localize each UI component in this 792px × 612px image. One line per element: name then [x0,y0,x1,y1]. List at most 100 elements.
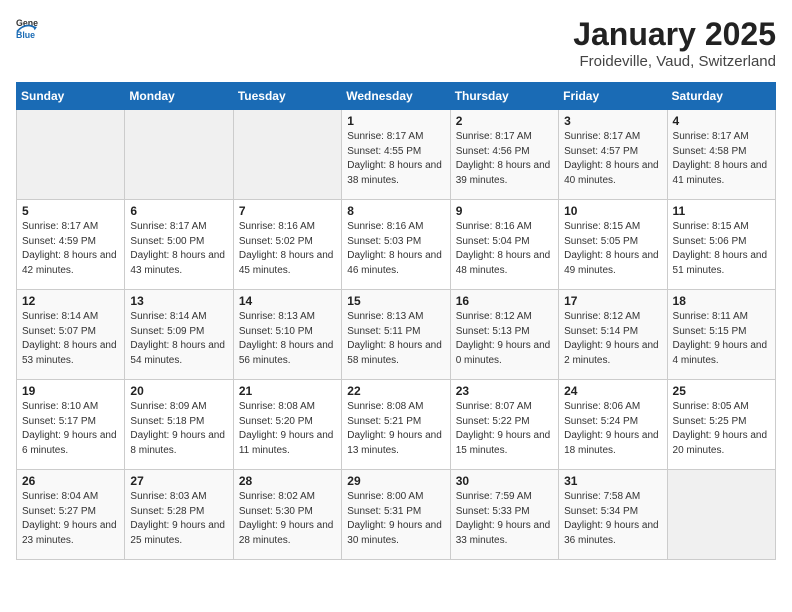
svg-text:Blue: Blue [16,30,35,38]
calendar-week-row: 26 Sunrise: 8:04 AMSunset: 5:27 PMDaylig… [17,470,776,560]
day-number: 29 [347,474,444,488]
table-row: 28 Sunrise: 8:02 AMSunset: 5:30 PMDaylig… [233,470,341,560]
day-number: 14 [239,294,336,308]
table-row [17,110,125,200]
table-row: 17 Sunrise: 8:12 AMSunset: 5:14 PMDaylig… [559,290,667,380]
day-content: Sunrise: 8:09 AMSunset: 5:18 PMDaylight:… [130,400,227,458]
table-row: 20 Sunrise: 8:09 AMSunset: 5:18 PMDaylig… [125,380,233,470]
day-content: Sunrise: 8:17 AMSunset: 4:58 PMDaylight:… [673,130,770,188]
day-number: 9 [456,204,553,218]
table-row: 16 Sunrise: 8:12 AMSunset: 5:13 PMDaylig… [450,290,558,380]
day-content: Sunrise: 8:16 AMSunset: 5:04 PMDaylight:… [456,220,553,278]
day-number: 22 [347,384,444,398]
day-number: 5 [22,204,119,218]
svg-text:General: General [16,18,38,28]
day-number: 30 [456,474,553,488]
day-content: Sunrise: 8:12 AMSunset: 5:13 PMDaylight:… [456,310,553,368]
table-row: 26 Sunrise: 8:04 AMSunset: 5:27 PMDaylig… [17,470,125,560]
table-row [667,470,775,560]
col-monday: Monday [125,83,233,110]
table-row: 7 Sunrise: 8:16 AMSunset: 5:02 PMDayligh… [233,200,341,290]
day-content: Sunrise: 8:14 AMSunset: 5:09 PMDaylight:… [130,310,227,368]
table-row: 5 Sunrise: 8:17 AMSunset: 4:59 PMDayligh… [17,200,125,290]
day-number: 3 [564,114,661,128]
day-content: Sunrise: 8:17 AMSunset: 4:59 PMDaylight:… [22,220,119,278]
day-content: Sunrise: 8:15 AMSunset: 5:06 PMDaylight:… [673,220,770,278]
col-friday: Friday [559,83,667,110]
day-number: 21 [239,384,336,398]
day-number: 19 [22,384,119,398]
day-number: 18 [673,294,770,308]
day-content: Sunrise: 8:17 AMSunset: 4:57 PMDaylight:… [564,130,661,188]
table-row: 21 Sunrise: 8:08 AMSunset: 5:20 PMDaylig… [233,380,341,470]
calendar-week-row: 12 Sunrise: 8:14 AMSunset: 5:07 PMDaylig… [17,290,776,380]
day-number: 15 [347,294,444,308]
col-wednesday: Wednesday [342,83,450,110]
day-content: Sunrise: 8:08 AMSunset: 5:20 PMDaylight:… [239,400,336,458]
day-content: Sunrise: 8:02 AMSunset: 5:30 PMDaylight:… [239,490,336,548]
day-number: 27 [130,474,227,488]
calendar-table: Sunday Monday Tuesday Wednesday Thursday… [16,82,776,560]
day-number: 25 [673,384,770,398]
col-tuesday: Tuesday [233,83,341,110]
col-thursday: Thursday [450,83,558,110]
day-number: 6 [130,204,227,218]
calendar-header-row: Sunday Monday Tuesday Wednesday Thursday… [17,83,776,110]
table-row: 14 Sunrise: 8:13 AMSunset: 5:10 PMDaylig… [233,290,341,380]
logo: General Blue [16,16,38,38]
day-content: Sunrise: 8:16 AMSunset: 5:03 PMDaylight:… [347,220,444,278]
day-number: 11 [673,204,770,218]
day-content: Sunrise: 7:59 AMSunset: 5:33 PMDaylight:… [456,490,553,548]
col-saturday: Saturday [667,83,775,110]
day-number: 16 [456,294,553,308]
day-number: 24 [564,384,661,398]
day-number: 12 [22,294,119,308]
col-sunday: Sunday [17,83,125,110]
table-row: 29 Sunrise: 8:00 AMSunset: 5:31 PMDaylig… [342,470,450,560]
table-row: 13 Sunrise: 8:14 AMSunset: 5:09 PMDaylig… [125,290,233,380]
table-row: 31 Sunrise: 7:58 AMSunset: 5:34 PMDaylig… [559,470,667,560]
table-row [125,110,233,200]
table-row: 24 Sunrise: 8:06 AMSunset: 5:24 PMDaylig… [559,380,667,470]
table-row: 2 Sunrise: 8:17 AMSunset: 4:56 PMDayligh… [450,110,558,200]
day-content: Sunrise: 8:15 AMSunset: 5:05 PMDaylight:… [564,220,661,278]
day-number: 2 [456,114,553,128]
day-content: Sunrise: 8:08 AMSunset: 5:21 PMDaylight:… [347,400,444,458]
day-content: Sunrise: 8:06 AMSunset: 5:24 PMDaylight:… [564,400,661,458]
table-row: 9 Sunrise: 8:16 AMSunset: 5:04 PMDayligh… [450,200,558,290]
day-content: Sunrise: 8:13 AMSunset: 5:11 PMDaylight:… [347,310,444,368]
day-content: Sunrise: 8:12 AMSunset: 5:14 PMDaylight:… [564,310,661,368]
day-content: Sunrise: 8:17 AMSunset: 4:56 PMDaylight:… [456,130,553,188]
day-content: Sunrise: 8:14 AMSunset: 5:07 PMDaylight:… [22,310,119,368]
table-row: 12 Sunrise: 8:14 AMSunset: 5:07 PMDaylig… [17,290,125,380]
table-row: 25 Sunrise: 8:05 AMSunset: 5:25 PMDaylig… [667,380,775,470]
table-row: 8 Sunrise: 8:16 AMSunset: 5:03 PMDayligh… [342,200,450,290]
title-block: January 2025 Froideville, Vaud, Switzerl… [573,16,776,70]
logo-icon: General Blue [16,16,38,38]
day-number: 26 [22,474,119,488]
day-number: 20 [130,384,227,398]
day-content: Sunrise: 8:07 AMSunset: 5:22 PMDaylight:… [456,400,553,458]
table-row: 27 Sunrise: 8:03 AMSunset: 5:28 PMDaylig… [125,470,233,560]
day-content: Sunrise: 7:58 AMSunset: 5:34 PMDaylight:… [564,490,661,548]
day-number: 13 [130,294,227,308]
table-row: 22 Sunrise: 8:08 AMSunset: 5:21 PMDaylig… [342,380,450,470]
table-row: 18 Sunrise: 8:11 AMSunset: 5:15 PMDaylig… [667,290,775,380]
table-row: 3 Sunrise: 8:17 AMSunset: 4:57 PMDayligh… [559,110,667,200]
table-row: 19 Sunrise: 8:10 AMSunset: 5:17 PMDaylig… [17,380,125,470]
day-content: Sunrise: 8:10 AMSunset: 5:17 PMDaylight:… [22,400,119,458]
day-content: Sunrise: 8:13 AMSunset: 5:10 PMDaylight:… [239,310,336,368]
table-row: 6 Sunrise: 8:17 AMSunset: 5:00 PMDayligh… [125,200,233,290]
table-row: 30 Sunrise: 7:59 AMSunset: 5:33 PMDaylig… [450,470,558,560]
day-content: Sunrise: 8:04 AMSunset: 5:27 PMDaylight:… [22,490,119,548]
day-content: Sunrise: 8:17 AMSunset: 4:55 PMDaylight:… [347,130,444,188]
table-row: 4 Sunrise: 8:17 AMSunset: 4:58 PMDayligh… [667,110,775,200]
day-number: 7 [239,204,336,218]
calendar-subtitle: Froideville, Vaud, Switzerland [573,53,776,70]
calendar-week-row: 19 Sunrise: 8:10 AMSunset: 5:17 PMDaylig… [17,380,776,470]
day-number: 4 [673,114,770,128]
table-row: 15 Sunrise: 8:13 AMSunset: 5:11 PMDaylig… [342,290,450,380]
day-content: Sunrise: 8:00 AMSunset: 5:31 PMDaylight:… [347,490,444,548]
day-number: 10 [564,204,661,218]
calendar-week-row: 1 Sunrise: 8:17 AMSunset: 4:55 PMDayligh… [17,110,776,200]
